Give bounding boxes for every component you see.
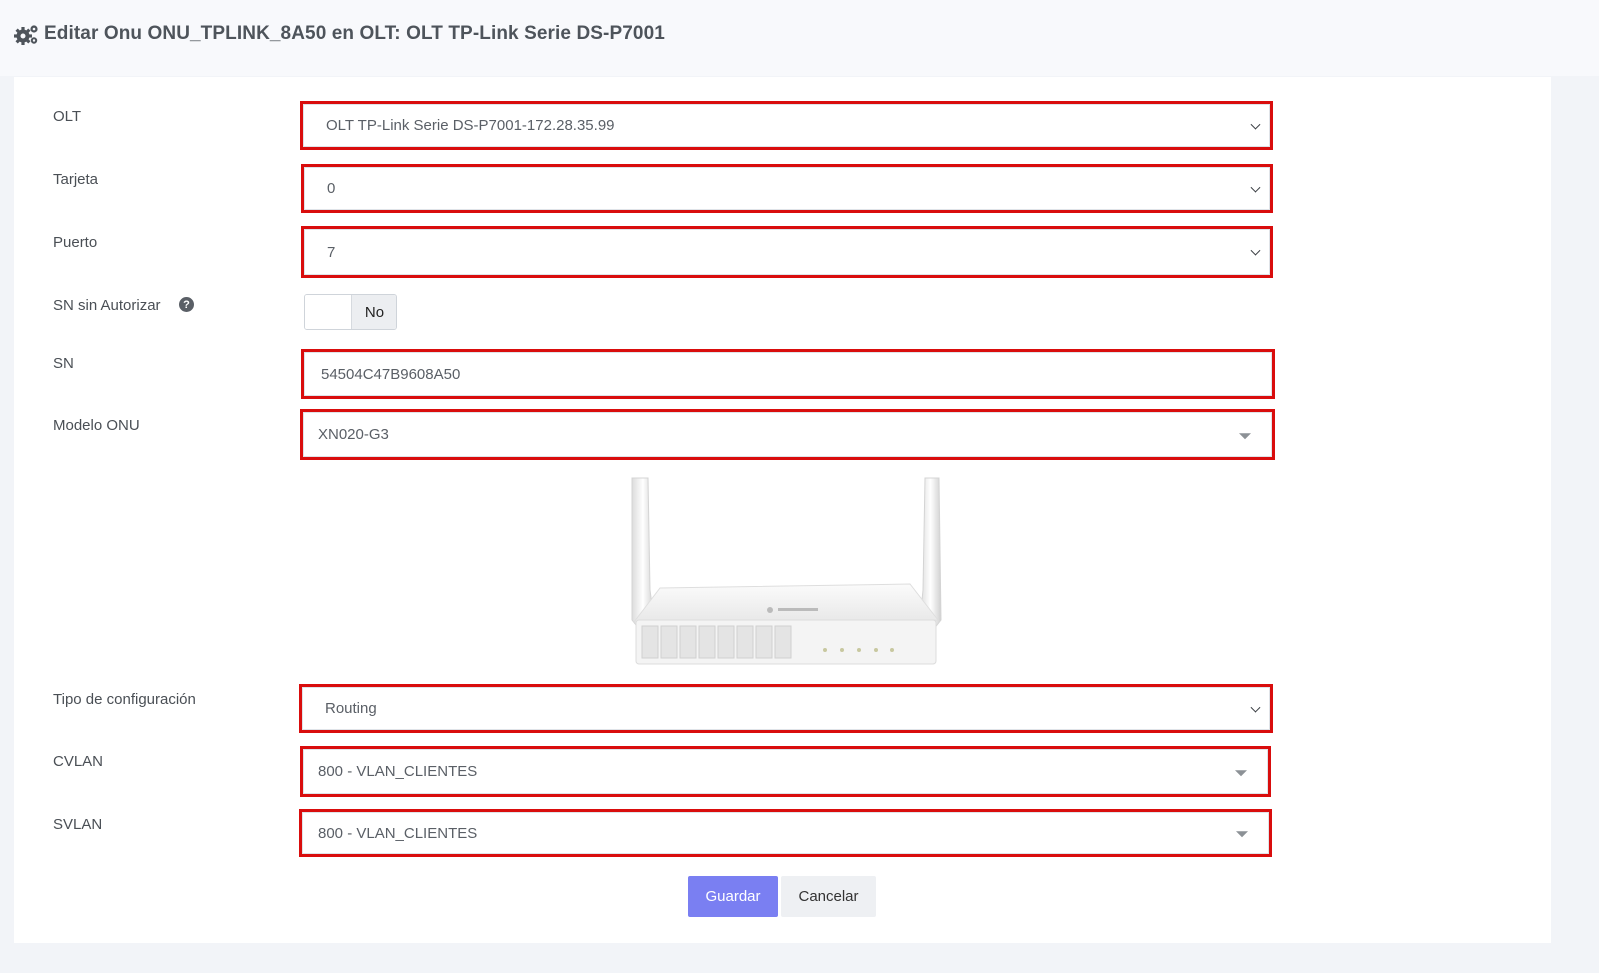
title-wrap: Editar Onu ONU_TPLINK_8A50 en OLT: OLT T…	[14, 22, 665, 46]
save-button[interactable]: Guardar	[688, 876, 778, 917]
tarjeta-value: 0	[327, 180, 336, 197]
chevron-down-icon	[1250, 702, 1261, 713]
svlan-select[interactable]: 800 - VLAN_CLIENTES	[299, 809, 1272, 857]
modelo-onu-label: Modelo ONU	[53, 417, 140, 434]
modelo-onu-value: XN020-G3	[318, 426, 389, 443]
toggle-knob	[305, 295, 351, 329]
svlan-label: SVLAN	[53, 816, 103, 833]
tarjeta-select[interactable]: 0	[301, 164, 1273, 213]
puerto-value: 7	[327, 243, 336, 261]
cvlan-select[interactable]: 800 - VLAN_CLIENTES	[300, 746, 1271, 797]
page-header: Editar Onu ONU_TPLINK_8A50 en OLT: OLT T…	[0, 0, 1599, 76]
sn-sin-autorizar-toggle[interactable]: No	[304, 294, 397, 330]
tarjeta-label: Tarjeta	[53, 171, 99, 188]
chevron-down-icon	[1250, 119, 1261, 130]
puerto-select[interactable]: 7	[301, 226, 1273, 278]
olt-label: OLT	[53, 108, 82, 125]
svlan-value: 800 - VLAN_CLIENTES	[318, 824, 478, 842]
modelo-onu-select[interactable]: XN020-G3	[300, 409, 1275, 460]
cvlan-label: CVLAN	[53, 753, 104, 770]
caret-down-icon	[1235, 769, 1247, 776]
caret-down-icon	[1239, 432, 1251, 439]
cancel-button[interactable]: Cancelar	[781, 876, 876, 917]
caret-down-icon	[1236, 831, 1248, 838]
onu-device-image	[631, 477, 942, 665]
sn-label: SN	[53, 355, 74, 372]
tipo-config-select[interactable]: Routing	[299, 684, 1273, 733]
page-title: Editar Onu ONU_TPLINK_8A50 en OLT: OLT T…	[44, 23, 665, 44]
sn-input[interactable]: 54504C47B9608A50	[301, 349, 1275, 399]
puerto-label: Puerto	[53, 234, 98, 251]
olt-value: OLT TP-Link Serie DS-P7001-172.28.35.99	[326, 117, 615, 134]
tipo-config-value: Routing	[325, 700, 377, 717]
sn-sin-autorizar-label: SN sin Autorizar	[53, 297, 161, 314]
question-circle-icon[interactable]: ?	[179, 297, 194, 312]
toggle-state-label: No	[351, 295, 396, 329]
tipo-config-label: Tipo de configuración	[53, 691, 196, 708]
chevron-down-icon	[1250, 245, 1261, 256]
sn-value: 54504C47B9608A50	[321, 365, 461, 383]
olt-select[interactable]: OLT TP-Link Serie DS-P7001-172.28.35.99	[300, 101, 1273, 150]
cvlan-value: 800 - VLAN_CLIENTES	[318, 763, 478, 780]
gears-icon	[14, 25, 38, 45]
chevron-down-icon	[1250, 182, 1261, 193]
